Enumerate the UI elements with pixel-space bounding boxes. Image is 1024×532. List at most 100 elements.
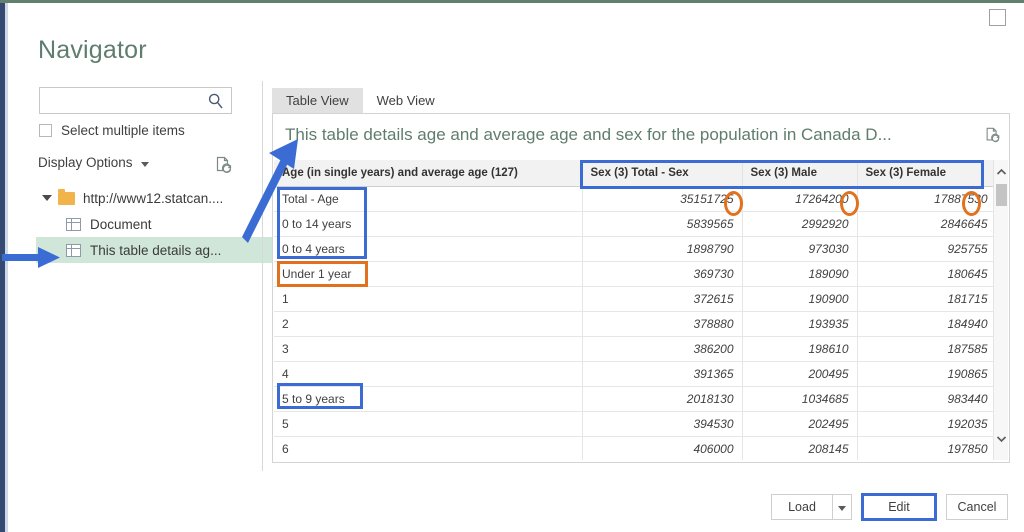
- select-multiple-items-checkbox[interactable]: [39, 124, 52, 137]
- select-multiple-items-row[interactable]: Select multiple items: [39, 123, 185, 138]
- cell-male: 208145: [742, 436, 858, 460]
- edit-button[interactable]: Edit: [861, 493, 937, 521]
- table-row[interactable]: 6 406000 208145 197850: [274, 436, 996, 460]
- table-icon: [66, 217, 81, 231]
- table-row[interactable]: 5 394530 202495 192035: [274, 411, 996, 437]
- search-icon: [207, 92, 225, 110]
- table-row[interactable]: 4 391365 200495 190865: [274, 361, 996, 387]
- scrollbar-thumb[interactable]: [996, 184, 1007, 206]
- cell-total: 2018130: [582, 386, 743, 412]
- preview-grid: Age (in single years) and average age (1…: [274, 160, 996, 460]
- chevron-down-icon: [140, 161, 149, 167]
- tree-item-document[interactable]: Document: [38, 211, 258, 237]
- cell-total: 386200: [582, 336, 743, 362]
- cell-female: 180645: [857, 261, 996, 287]
- cell-female: 181715: [857, 286, 996, 312]
- data-table: Age (in single years) and average age (1…: [274, 160, 996, 460]
- source-tree: http://www12.statcan.... Document This t…: [36, 185, 279, 263]
- annotation-circle-male-value: [840, 191, 859, 216]
- annotation-circle-total-value: [724, 191, 743, 216]
- window-left-edge-inner: [5, 3, 8, 532]
- table-row[interactable]: 0 to 4 years 1898790 973030 925755: [274, 236, 996, 262]
- cell-total: 378880: [582, 311, 743, 337]
- cell-female: 983440: [857, 386, 996, 412]
- cell-age: 1: [274, 286, 583, 312]
- table-body: Total - Age 35151725 17264200 17887530 0 to…: [274, 186, 996, 460]
- annotation-box-under-1-year: [277, 261, 368, 287]
- cell-female: 192035: [857, 411, 996, 437]
- cell-female: 187585: [857, 336, 996, 362]
- cell-male: 193935: [742, 311, 858, 337]
- annotation-circle-female-value: [962, 191, 981, 216]
- table-row[interactable]: 3 386200 198610 187585: [274, 336, 996, 362]
- cell-total: 5839565: [582, 211, 743, 237]
- cell-total: 372615: [582, 286, 743, 312]
- load-button-group: Load: [771, 494, 852, 520]
- annotation-box-sex-columns: [580, 160, 984, 189]
- chevron-down-icon: [838, 506, 846, 511]
- cell-male: 189090: [742, 261, 858, 287]
- search-box[interactable]: [39, 87, 232, 114]
- cell-male: 190900: [742, 286, 858, 312]
- load-dropdown-button[interactable]: [833, 494, 852, 520]
- folder-icon: [58, 188, 75, 205]
- cell-total: 394530: [582, 411, 743, 437]
- cell-male: 1034685: [742, 386, 858, 412]
- restore-window-button[interactable]: [989, 9, 1006, 26]
- refresh-page-icon[interactable]: [984, 127, 1001, 144]
- tree-item-label: This table details ag...: [90, 242, 222, 258]
- tree-item-label: http://www12.statcan....: [83, 190, 224, 206]
- table-row[interactable]: 0 to 14 years 5839565 2992920 2846645: [274, 211, 996, 237]
- cell-female: 2846645: [857, 211, 996, 237]
- table-row[interactable]: 2 378880 193935 184940: [274, 311, 996, 337]
- search-input[interactable]: [46, 92, 205, 112]
- pane-divider: [262, 81, 263, 471]
- navigator-window: Navigator Select multiple items Display …: [0, 0, 1024, 532]
- vertical-scrollbar[interactable]: [993, 160, 1008, 460]
- cell-female: 197850: [857, 436, 996, 460]
- cell-male: 202495: [742, 411, 858, 437]
- cell-age: 6: [274, 436, 583, 460]
- table-icon: [66, 243, 81, 257]
- display-options-label: Display Options: [38, 155, 133, 170]
- cell-female: 925755: [857, 236, 996, 262]
- cell-total: 369730: [582, 261, 743, 287]
- chevron-down-icon[interactable]: [994, 430, 1009, 446]
- page-title: Navigator: [38, 36, 147, 64]
- cell-total: 391365: [582, 361, 743, 387]
- cell-age: 2: [274, 311, 583, 337]
- table-row[interactable]: 1 372615 190900 181715: [274, 286, 996, 312]
- tree-item-root[interactable]: http://www12.statcan....: [38, 185, 258, 211]
- cell-total: 1898790: [582, 236, 743, 262]
- cell-male: 200495: [742, 361, 858, 387]
- cell-age: 5: [274, 411, 583, 437]
- cell-male: 973030: [742, 236, 858, 262]
- cell-total: 35151725: [582, 186, 743, 212]
- tree-item-this-table-details[interactable]: This table details ag...: [36, 237, 279, 263]
- preview-title: This table details age and average age a…: [285, 125, 892, 144]
- table-row[interactable]: Under 1 year 369730 189090 180645: [274, 261, 996, 287]
- tree-item-label: Document: [90, 216, 152, 232]
- load-button[interactable]: Load: [771, 494, 833, 520]
- tab-web-view[interactable]: Web View: [363, 88, 449, 113]
- column-header-age[interactable]: Age (in single years) and average age (1…: [274, 160, 583, 187]
- refresh-page-icon[interactable]: [214, 156, 233, 175]
- dialog-buttons: Load Edit Cancel: [771, 493, 1008, 521]
- cell-female: 184940: [857, 311, 996, 337]
- display-options-dropdown[interactable]: Display Options: [38, 155, 149, 170]
- table-row[interactable]: 5 to 9 years 2018130 1034685 983440: [274, 386, 996, 412]
- chevron-up-icon[interactable]: [994, 164, 1009, 180]
- annotation-box-age-labels: [277, 187, 367, 259]
- tab-table-view[interactable]: Table View: [272, 88, 363, 113]
- expand-triangle-icon[interactable]: [42, 195, 52, 201]
- preview-tabs: Table View Web View: [272, 88, 449, 113]
- cell-total: 406000: [582, 436, 743, 460]
- cell-male: 198610: [742, 336, 858, 362]
- select-multiple-items-label: Select multiple items: [61, 123, 185, 138]
- cell-age: 3: [274, 336, 583, 362]
- cell-male: 2992920: [742, 211, 858, 237]
- cancel-button[interactable]: Cancel: [946, 494, 1008, 520]
- table-row[interactable]: Total - Age 35151725 17264200 17887530: [274, 186, 996, 212]
- cell-female: 190865: [857, 361, 996, 387]
- annotation-box-5-to-9-years: [277, 383, 363, 409]
